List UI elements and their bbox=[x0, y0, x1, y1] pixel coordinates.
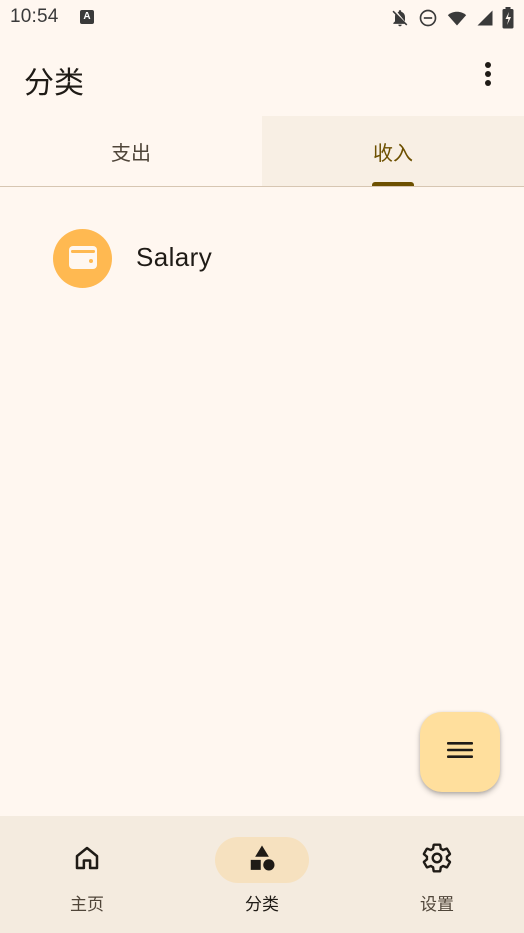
notifications-off-icon bbox=[390, 8, 410, 28]
more-vert-icon bbox=[484, 61, 492, 91]
status-time: 10:54 bbox=[10, 6, 59, 27]
more-options-button[interactable] bbox=[466, 54, 510, 98]
nav-settings-label: 设置 bbox=[420, 895, 454, 915]
category-avatar bbox=[53, 229, 112, 288]
menu-icon bbox=[446, 740, 474, 764]
nav-category-indicator bbox=[215, 837, 309, 883]
tab-income-label: 收入 bbox=[373, 140, 413, 165]
tab-bar: 支出 收入 bbox=[0, 116, 524, 187]
battery-charging-icon bbox=[502, 7, 514, 29]
nav-item-category[interactable]: 分类 bbox=[175, 816, 349, 933]
tab-expense-label: 支出 bbox=[111, 140, 151, 165]
nav-home-indicator bbox=[40, 837, 134, 883]
settings-icon bbox=[421, 842, 453, 878]
category-item-salary[interactable]: Salary bbox=[0, 188, 524, 328]
home-icon bbox=[72, 843, 102, 877]
nav-settings-indicator bbox=[390, 837, 484, 883]
menu-fab[interactable] bbox=[420, 712, 500, 792]
nav-item-home[interactable]: 主页 bbox=[0, 816, 174, 933]
nav-home-label: 主页 bbox=[70, 895, 104, 915]
tab-income[interactable]: 收入 bbox=[262, 116, 524, 186]
nav-item-settings[interactable]: 设置 bbox=[350, 816, 524, 933]
page-title: 分类 bbox=[24, 66, 84, 101]
status-bar: 10:54 A bbox=[0, 0, 524, 36]
category-label: Salary bbox=[136, 242, 213, 272]
nav-category-label: 分类 bbox=[245, 895, 279, 915]
top-app-bar: 分类 bbox=[0, 36, 524, 116]
tab-expense[interactable]: 支出 bbox=[0, 116, 262, 186]
signal-icon bbox=[476, 8, 494, 28]
tab-indicator bbox=[372, 182, 414, 186]
wifi-icon bbox=[446, 8, 468, 28]
do-not-disturb-icon bbox=[418, 8, 438, 28]
wallet-icon bbox=[67, 243, 99, 275]
bottom-navigation: 主页 分类 设置 bbox=[0, 816, 524, 933]
category-icon bbox=[247, 843, 277, 877]
category-list: Salary bbox=[0, 188, 524, 328]
app-notification-icon: A bbox=[80, 10, 94, 24]
status-icons bbox=[390, 7, 514, 29]
